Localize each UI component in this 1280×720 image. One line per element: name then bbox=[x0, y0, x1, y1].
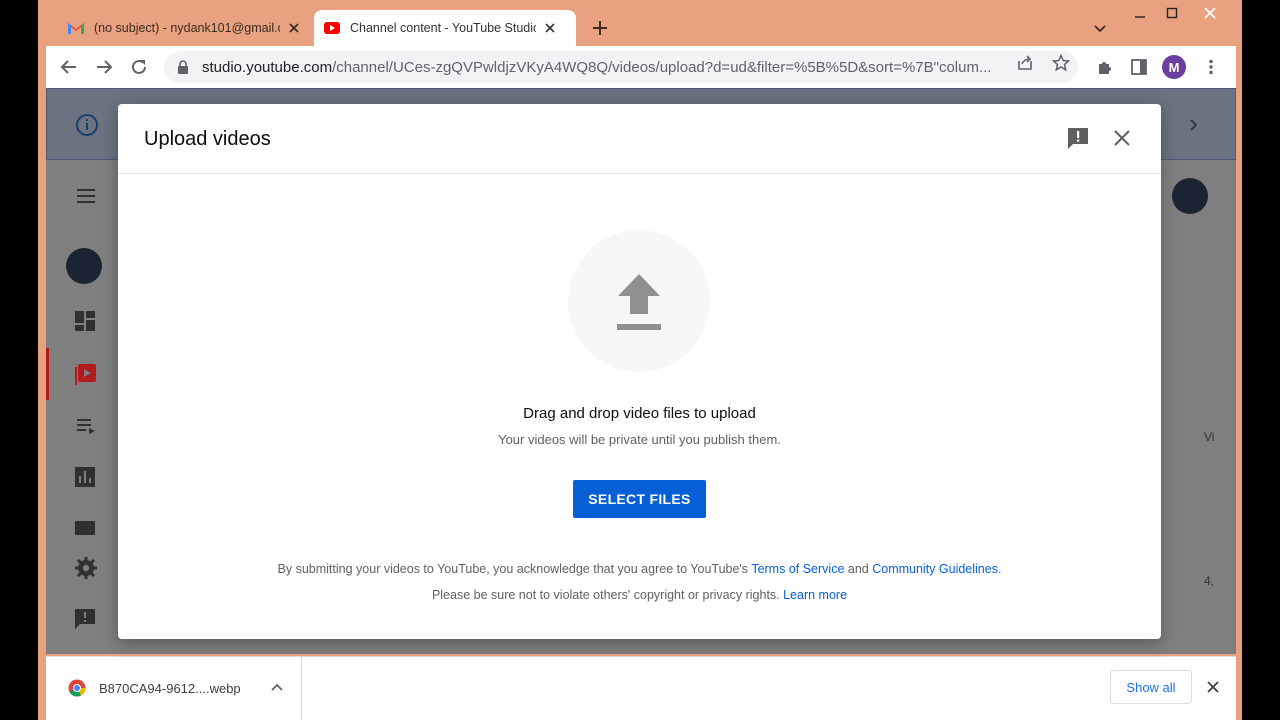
close-shelf-icon[interactable] bbox=[1206, 680, 1220, 694]
window-close-icon[interactable] bbox=[1200, 4, 1220, 22]
account-avatar[interactable] bbox=[1172, 178, 1208, 214]
upload-videos-dialog: Upload videos Drag and drop video files … bbox=[118, 104, 1161, 639]
tab-strip: (no subject) - nydank101@gmail.com Chann… bbox=[38, 0, 1242, 46]
chevron-up-icon[interactable] bbox=[270, 681, 284, 695]
tab-gmail[interactable]: (no subject) - nydank101@gmail.com bbox=[58, 10, 312, 46]
close-tab-icon[interactable] bbox=[542, 20, 558, 36]
copyright-text: Please be sure not to violate others' co… bbox=[118, 588, 1161, 602]
info-icon[interactable] bbox=[75, 113, 99, 137]
channel-avatar[interactable] bbox=[66, 248, 102, 284]
legal-text: By submitting your videos to YouTube, yo… bbox=[118, 562, 1161, 576]
select-files-button[interactable]: SELECT FILES bbox=[573, 480, 706, 518]
private-note-text: Your videos will be private until you pu… bbox=[498, 432, 781, 447]
dialog-divider bbox=[118, 173, 1161, 174]
chrome-icon bbox=[68, 679, 86, 697]
copyright-prefix: Please be sure not to violate others' co… bbox=[431, 588, 784, 602]
close-icon[interactable] bbox=[1112, 128, 1132, 148]
left-black-bar bbox=[0, 0, 38, 720]
upload-arrow-icon bbox=[616, 274, 662, 332]
background-cell-text: 4, bbox=[1204, 574, 1215, 588]
minimize-icon[interactable] bbox=[1130, 4, 1150, 22]
tab-youtube-studio[interactable]: Channel content - YouTube Studio bbox=[314, 10, 576, 46]
download-item[interactable]: B870CA94-9612....webp bbox=[46, 657, 302, 720]
download-shelf: B870CA94-9612....webp Show all bbox=[46, 656, 1236, 720]
forward-arrow-icon[interactable] bbox=[93, 56, 115, 78]
url-path: /channel/UCes-zgQVPwldjzVKyA4WQ8Q/videos… bbox=[332, 58, 992, 76]
side-panel-icon[interactable] bbox=[1130, 58, 1148, 76]
active-nav-indicator bbox=[46, 348, 49, 400]
tab-label: Channel content - YouTube Studio bbox=[350, 21, 536, 35]
feedback-icon[interactable] bbox=[1066, 126, 1090, 150]
back-arrow-icon[interactable] bbox=[58, 56, 80, 78]
reload-icon[interactable] bbox=[128, 56, 150, 78]
url-text: studio.youtube.com/channel/UCes-zgQVPwld… bbox=[202, 59, 1006, 76]
send-feedback-icon[interactable] bbox=[74, 608, 98, 632]
dashboard-icon[interactable] bbox=[74, 310, 98, 334]
star-icon[interactable] bbox=[1051, 53, 1071, 72]
drag-drop-text: Drag and drop video files to upload bbox=[523, 405, 756, 422]
settings-gear-icon[interactable] bbox=[74, 556, 98, 580]
legal-and: and bbox=[844, 562, 873, 576]
chevron-down-icon[interactable] bbox=[1092, 20, 1108, 36]
close-tab-icon[interactable] bbox=[286, 20, 302, 36]
profile-avatar[interactable]: M bbox=[1162, 55, 1186, 79]
legal-end: . bbox=[997, 562, 1002, 576]
new-tab-icon[interactable] bbox=[590, 18, 610, 38]
more-vert-icon[interactable] bbox=[1202, 58, 1220, 76]
background-column-text: Vi bbox=[1204, 430, 1215, 444]
maximize-icon[interactable] bbox=[1162, 4, 1182, 22]
chevron-right-icon[interactable] bbox=[1185, 117, 1201, 133]
analytics-icon[interactable] bbox=[74, 466, 98, 490]
tab-label: (no subject) - nydank101@gmail.com bbox=[94, 21, 280, 35]
terms-of-service-link[interactable]: Terms of Service bbox=[751, 562, 844, 576]
dialog-title: Upload videos bbox=[144, 128, 271, 150]
lock-icon bbox=[176, 60, 190, 74]
url-host: studio.youtube.com bbox=[202, 58, 333, 76]
learn-more-link[interactable]: Learn more bbox=[783, 588, 847, 602]
content-video-icon[interactable] bbox=[74, 362, 98, 386]
comments-icon[interactable] bbox=[74, 518, 98, 542]
browser-toolbar: studio.youtube.com/channel/UCes-zgQVPwld… bbox=[46, 46, 1236, 88]
right-black-bar bbox=[1242, 0, 1280, 720]
community-guidelines-link[interactable]: Community Guidelines bbox=[872, 562, 998, 576]
menu-hamburger-icon[interactable] bbox=[74, 184, 98, 208]
download-file-name: B870CA94-9612....webp bbox=[99, 681, 241, 696]
share-icon[interactable] bbox=[1016, 54, 1034, 72]
legal-prefix: By submitting your videos to YouTube, yo… bbox=[277, 562, 752, 576]
show-all-button[interactable]: Show all bbox=[1110, 670, 1192, 704]
extensions-puzzle-icon[interactable] bbox=[1096, 58, 1114, 76]
gmail-icon bbox=[68, 20, 84, 36]
playlists-icon[interactable] bbox=[74, 414, 98, 438]
address-bar[interactable]: studio.youtube.com/channel/UCes-zgQVPwld… bbox=[164, 51, 1078, 83]
youtube-icon bbox=[324, 20, 340, 36]
